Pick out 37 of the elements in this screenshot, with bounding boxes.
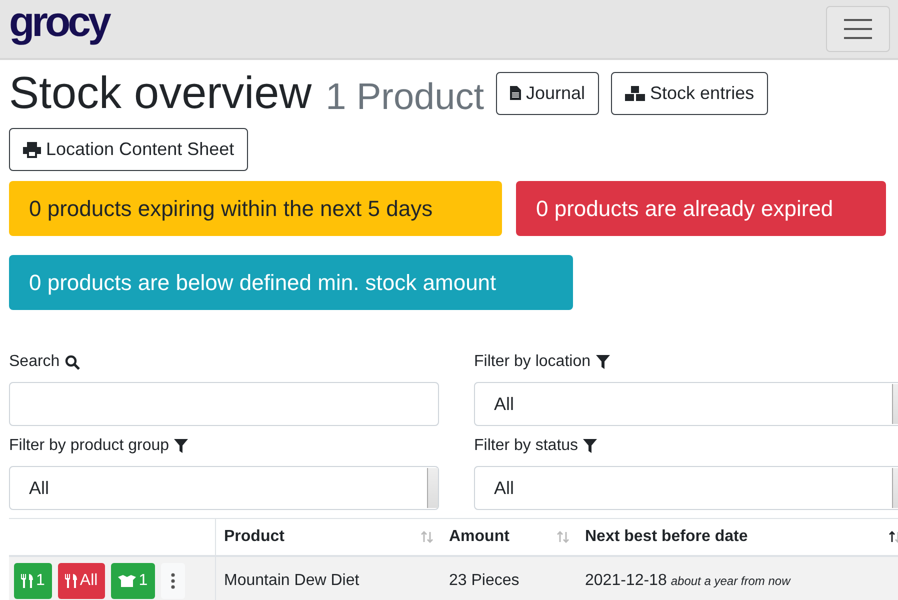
more-icon <box>170 573 175 589</box>
consume-all-button[interactable]: All <box>58 563 105 599</box>
more-button[interactable] <box>160 563 185 599</box>
select-field[interactable]: All <box>474 382 898 426</box>
journal-button[interactable]: Journal <box>496 72 600 114</box>
column-header[interactable]: Product <box>216 519 441 555</box>
filter-label: Filter by location <box>474 353 590 371</box>
select-field[interactable]: All <box>474 466 898 510</box>
document-icon <box>510 86 521 100</box>
column-header[interactable]: Amount <box>441 519 577 555</box>
filter-icon <box>174 439 188 453</box>
page-title: Stock overview <box>9 68 312 118</box>
utensils-icon <box>21 574 33 588</box>
product-count: 1 Product <box>326 76 484 118</box>
date-text: 2021-12-18 <box>585 572 667 590</box>
alert-box[interactable]: 0 products expiring within the next 5 days <box>9 181 502 236</box>
menu-icon <box>844 19 872 39</box>
print-button[interactable]: Location Content Sheet <box>9 128 248 171</box>
alert-box[interactable]: 0 products are already expired <box>516 181 886 236</box>
filter-icon <box>596 355 610 369</box>
boxes-icon <box>625 86 646 100</box>
filter-label: Filter by product group <box>9 437 170 455</box>
filter-label: Search <box>9 353 60 371</box>
search-icon <box>64 354 80 370</box>
column-header[interactable]: Next best before date <box>577 519 898 555</box>
printer-icon <box>23 142 41 158</box>
table-cell-text: Mountain Dew Diet <box>223 571 360 591</box>
logo[interactable]: grocy <box>9 0 108 46</box>
relative-date: about a year from now <box>670 574 790 588</box>
filter-label: Filter by status <box>474 437 578 455</box>
table-cell-text: 23 Pieces <box>448 571 520 591</box>
utensils-icon <box>64 574 77 588</box>
filter-icon <box>583 439 598 453</box>
menu-button[interactable] <box>826 6 890 52</box>
search-field[interactable] <box>9 382 439 426</box>
select-field[interactable]: All <box>9 466 439 510</box>
entries-button[interactable]: Stock entries <box>611 72 768 114</box>
